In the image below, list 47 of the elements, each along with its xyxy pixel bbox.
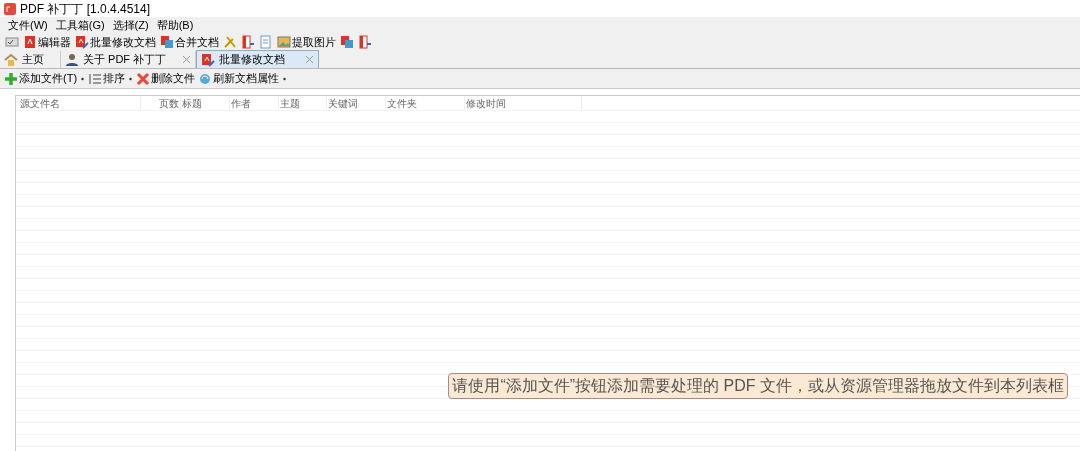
column-header[interactable]: 文件夹 bbox=[386, 96, 465, 110]
checklist-icon bbox=[5, 35, 19, 49]
menu-item[interactable]: 工具箱(G) bbox=[51, 16, 109, 34]
column-header[interactable]: 关键词 bbox=[327, 96, 386, 110]
toolbar-icon-button[interactable] bbox=[339, 35, 355, 49]
toolbar-button[interactable]: 添加文件(T) bbox=[4, 70, 78, 87]
close-icon[interactable] bbox=[182, 55, 192, 64]
column-header[interactable]: 作者 bbox=[230, 96, 279, 110]
tab[interactable]: 批量修改文档 bbox=[196, 50, 320, 68]
toolbar-button[interactable]: 合并文档 bbox=[159, 33, 220, 51]
document-icon bbox=[259, 35, 273, 49]
column-header[interactable]: 页数 bbox=[141, 96, 181, 110]
image-icon bbox=[277, 35, 291, 49]
toolbar-button[interactable]: 排序 bbox=[88, 70, 126, 87]
menu-item[interactable]: 选择(Z) bbox=[108, 16, 153, 34]
person-icon bbox=[65, 52, 79, 67]
column-header[interactable]: 标题 bbox=[181, 96, 230, 110]
tools-icon bbox=[223, 35, 237, 49]
toolbar-button[interactable]: 编辑器 bbox=[22, 33, 72, 51]
plus-icon bbox=[4, 71, 18, 86]
document-pencil-icon bbox=[201, 52, 216, 67]
toolbar-icon-button[interactable] bbox=[357, 35, 373, 49]
toolbar-button[interactable]: 刷新文档属性 bbox=[198, 70, 280, 87]
column-header[interactable]: 修改时间 bbox=[465, 96, 582, 110]
toolbar-button[interactable]: 批量修改文档 bbox=[74, 33, 157, 51]
refresh-icon bbox=[198, 71, 213, 86]
document-pencil-icon bbox=[75, 35, 89, 49]
toolbar-button[interactable]: 删除文件 bbox=[136, 70, 196, 87]
hint-message: 请使用“添加文件”按钮添加需要处理的 PDF 文件，或从资源管理器拖放文件到本列表框 bbox=[448, 373, 1068, 399]
document-arrow-icon bbox=[241, 35, 255, 49]
close-icon[interactable] bbox=[305, 55, 315, 64]
menu-item[interactable]: 帮助(B) bbox=[152, 16, 198, 34]
window-title: PDF 补丁丁 [1.0.4.4514] bbox=[20, 0, 151, 18]
documents-icon bbox=[340, 35, 354, 49]
column-header[interactable]: 主题 bbox=[279, 96, 327, 110]
toolbar-icon-button[interactable] bbox=[240, 35, 256, 49]
toolbar-button[interactable]: 提取图片 bbox=[276, 33, 337, 51]
documents-icon bbox=[160, 35, 174, 49]
list-icon bbox=[88, 71, 103, 86]
home-icon bbox=[4, 52, 18, 67]
menu-item[interactable]: 文件(W) bbox=[4, 16, 52, 34]
toolbar-icon-button[interactable] bbox=[222, 35, 238, 49]
toolbar-icon-button[interactable] bbox=[4, 35, 20, 49]
document-icon bbox=[23, 35, 37, 49]
delete-icon bbox=[136, 71, 151, 86]
column-header[interactable]: 源文件名 bbox=[19, 96, 141, 110]
document-arrow-icon bbox=[358, 35, 372, 49]
